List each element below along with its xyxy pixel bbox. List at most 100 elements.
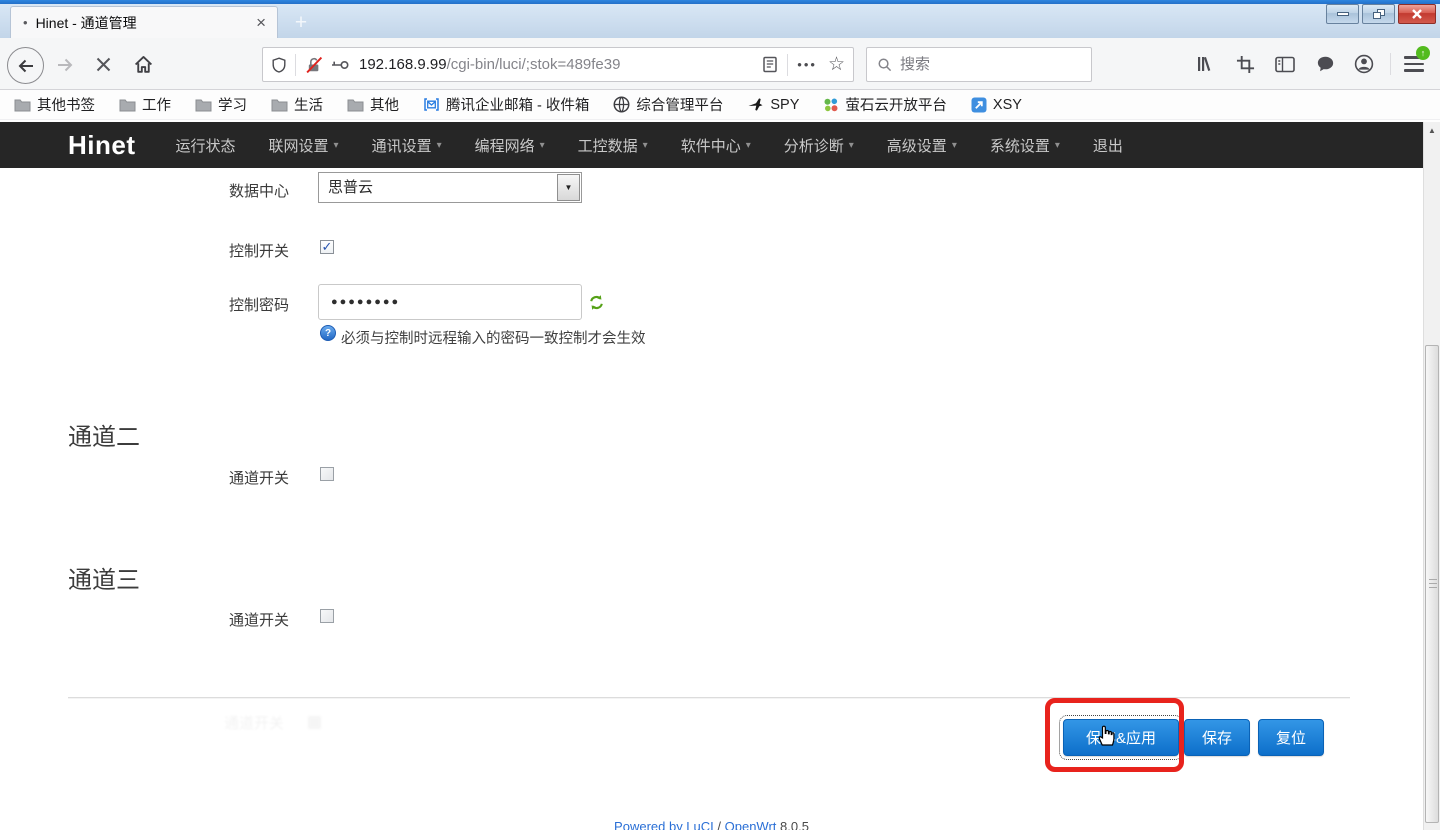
nav-item-programming-network[interactable]: 编程网络▾ bbox=[475, 135, 545, 156]
scrollbar-thumb[interactable] bbox=[1425, 345, 1439, 823]
nav-item-industrial-data[interactable]: 工控数据▾ bbox=[578, 135, 648, 156]
home-button[interactable] bbox=[133, 54, 154, 75]
chevron-down-icon: ▾ bbox=[540, 140, 545, 151]
insecure-lock-icon[interactable] bbox=[305, 56, 323, 74]
bookmark-spy[interactable]: SPY bbox=[747, 97, 799, 113]
bookmark-tencent-mail[interactable]: 腾讯企业邮箱 - 收件箱 bbox=[423, 94, 589, 115]
tracking-shield-icon[interactable] bbox=[271, 57, 287, 73]
data-center-value: 思普云 bbox=[328, 179, 373, 196]
save-apply-button[interactable]: 保存&应用 bbox=[1063, 719, 1179, 756]
messages-bubble-icon[interactable] bbox=[1314, 53, 1336, 75]
divider bbox=[787, 54, 788, 76]
back-button[interactable] bbox=[7, 47, 44, 84]
divider bbox=[1390, 53, 1391, 75]
library-icon[interactable] bbox=[1194, 53, 1216, 75]
channel3-switch-checkbox[interactable] bbox=[320, 609, 334, 623]
menu-hamburger-icon[interactable]: ↑ bbox=[1403, 53, 1425, 75]
stop-button[interactable] bbox=[95, 56, 112, 73]
sidebar-icon[interactable] bbox=[1274, 53, 1296, 75]
page-footer: Powered by LuCI / OpenWrt 8.0.5 bbox=[0, 819, 1423, 830]
chevron-down-icon: ▾ bbox=[643, 140, 648, 151]
channel2-switch-checkbox[interactable] bbox=[320, 467, 334, 481]
control-password-field[interactable] bbox=[318, 284, 582, 320]
url-path: /cgi-bin/luci/;stok=489fe39 bbox=[447, 56, 621, 73]
footer-link[interactable]: OpenWrt bbox=[725, 819, 777, 830]
nav-item-network-settings[interactable]: 联网设置▾ bbox=[269, 135, 339, 156]
data-center-label: 数据中心 bbox=[229, 180, 289, 201]
search-box[interactable] bbox=[866, 47, 1092, 82]
account-icon[interactable] bbox=[1353, 53, 1375, 75]
site-logo[interactable]: Hinet bbox=[68, 130, 136, 161]
url-host: 192.168.9.99 bbox=[359, 56, 447, 73]
page-actions-icon[interactable]: ••• bbox=[797, 57, 817, 72]
section-title-channel-2: 通道二 bbox=[68, 417, 140, 452]
forward-arrow-icon bbox=[55, 55, 75, 75]
nav-item-run-status[interactable]: 运行状态 bbox=[176, 135, 236, 156]
password-hint-text: 必须与控制时远程输入的密码一致控制才会生效 bbox=[341, 327, 646, 348]
home-icon bbox=[133, 54, 154, 75]
bookmark-xsy[interactable]: XSY bbox=[971, 97, 1022, 113]
minimize-icon bbox=[1337, 12, 1349, 16]
chevron-down-icon: ▼ bbox=[565, 184, 573, 192]
mouse-cursor-icon bbox=[1094, 722, 1117, 747]
bookmark-folder-other-bookmarks[interactable]: 其他书签 bbox=[14, 94, 95, 115]
footer-link[interactable]: Powered by LuCI bbox=[614, 819, 714, 830]
bookmark-folder-misc[interactable]: 其他 bbox=[347, 94, 399, 115]
minimize-button[interactable] bbox=[1326, 4, 1359, 24]
browser-tab[interactable]: • Hinet - 通道管理 × bbox=[10, 6, 278, 38]
reset-button[interactable]: 复位 bbox=[1258, 719, 1324, 756]
folder-icon bbox=[14, 98, 31, 112]
ezviz-dots-icon bbox=[823, 97, 839, 113]
window-controls bbox=[1326, 4, 1436, 24]
back-arrow-icon bbox=[16, 56, 36, 76]
stop-x-icon bbox=[95, 56, 112, 73]
close-button[interactable] bbox=[1398, 4, 1436, 24]
bookmark-folder-life[interactable]: 生活 bbox=[271, 94, 323, 115]
nav-item-advanced-settings[interactable]: 高级设置▾ bbox=[887, 135, 957, 156]
url-text: 192.168.9.99/cgi-bin/luci/;stok=489fe39 bbox=[359, 56, 753, 73]
search-input[interactable] bbox=[900, 56, 1070, 73]
control-password-input[interactable] bbox=[331, 296, 561, 308]
chevron-down-icon: ▾ bbox=[334, 140, 339, 151]
close-x-icon bbox=[1411, 9, 1423, 19]
forward-button[interactable] bbox=[55, 55, 75, 75]
ghost-artifact: 通道开关 bbox=[224, 712, 321, 733]
nav-item-logout[interactable]: 退出 bbox=[1093, 135, 1123, 156]
control-password-label: 控制密码 bbox=[229, 294, 289, 315]
saved-login-key-icon[interactable] bbox=[330, 56, 350, 74]
save-button[interactable]: 保存 bbox=[1184, 719, 1250, 756]
folder-icon bbox=[271, 98, 288, 112]
nav-item-system-settings[interactable]: 系统设置▾ bbox=[990, 135, 1060, 156]
bookmark-admin-platform[interactable]: 综合管理平台 bbox=[613, 94, 723, 115]
url-bar[interactable]: 192.168.9.99/cgi-bin/luci/;stok=489fe39 … bbox=[262, 47, 854, 82]
bookmark-ezviz-open-platform[interactable]: 萤石云开放平台 bbox=[823, 94, 947, 115]
tab-close-icon[interactable]: × bbox=[253, 14, 269, 31]
password-reset-refresh-icon[interactable] bbox=[588, 294, 605, 311]
select-dropdown-button[interactable]: ▼ bbox=[557, 174, 580, 201]
scrollbar[interactable]: ▲ bbox=[1423, 122, 1440, 830]
scrollbar-grip bbox=[1429, 579, 1437, 588]
folder-icon bbox=[347, 98, 364, 112]
nav-item-comm-settings[interactable]: 通讯设置▾ bbox=[372, 135, 442, 156]
nav-item-analysis-diagnosis[interactable]: 分析诊断▾ bbox=[784, 135, 854, 156]
nav-item-software-center[interactable]: 软件中心▾ bbox=[681, 135, 751, 156]
scrollbar-up-arrow[interactable]: ▲ bbox=[1424, 124, 1440, 138]
url-fade bbox=[707, 56, 753, 73]
reader-mode-icon[interactable] bbox=[762, 56, 778, 73]
chevron-down-icon: ▾ bbox=[1055, 140, 1060, 151]
data-center-select[interactable]: 思普云 ▼ bbox=[318, 172, 582, 203]
bookmark-star-icon[interactable]: ☆ bbox=[828, 53, 845, 76]
bookmark-folder-work[interactable]: 工作 bbox=[119, 94, 171, 115]
chevron-down-icon: ▾ bbox=[952, 140, 957, 151]
update-badge: ↑ bbox=[1416, 46, 1430, 60]
help-icon: ? bbox=[320, 325, 336, 341]
restore-button[interactable] bbox=[1362, 4, 1395, 24]
new-tab-button[interactable]: + bbox=[288, 10, 314, 36]
screenshot-crop-icon[interactable] bbox=[1234, 53, 1256, 75]
restore-icon bbox=[1373, 9, 1385, 19]
divider bbox=[295, 54, 296, 76]
bookmark-folder-study[interactable]: 学习 bbox=[195, 94, 247, 115]
control-switch-checkbox[interactable]: ✓ bbox=[320, 240, 334, 254]
chevron-down-icon: ▾ bbox=[849, 140, 854, 151]
chevron-down-icon: ▾ bbox=[746, 140, 751, 151]
